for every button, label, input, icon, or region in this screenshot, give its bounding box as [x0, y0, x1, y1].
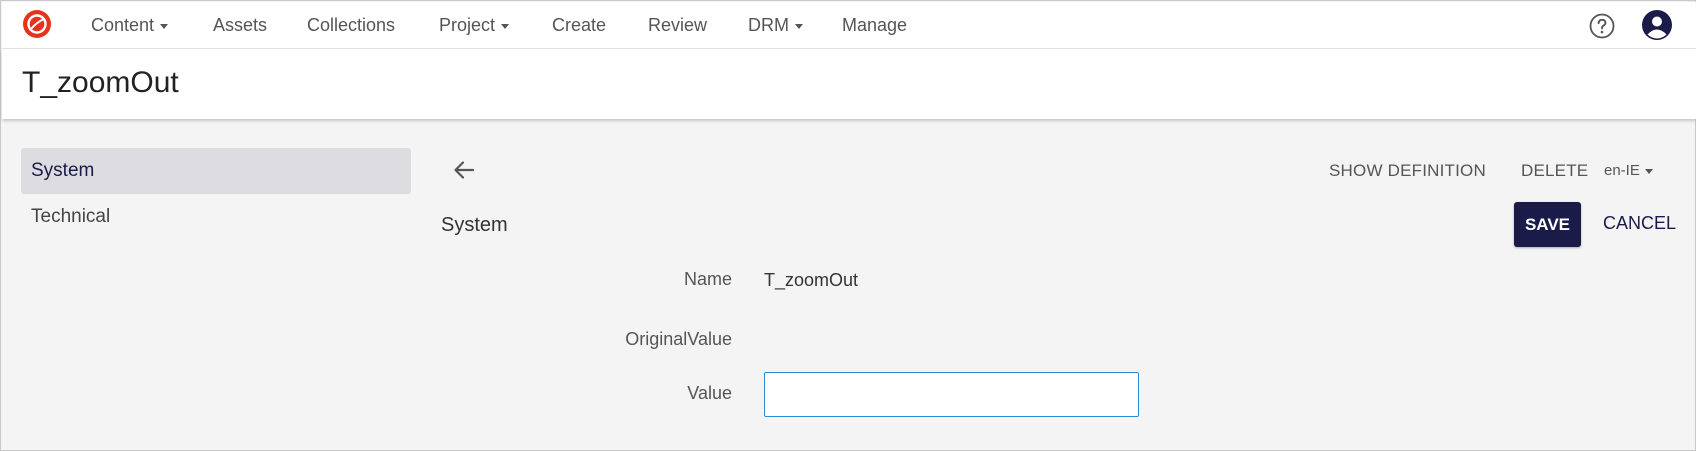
- locale-dropdown[interactable]: en-IE: [1604, 162, 1653, 179]
- nav-project[interactable]: Project: [439, 15, 510, 36]
- app-window: Content Assets Collections Project Creat…: [0, 0, 1696, 451]
- delete-button[interactable]: DELETE: [1521, 161, 1588, 181]
- nav-manage[interactable]: Manage: [842, 15, 907, 36]
- save-button[interactable]: SAVE: [1514, 202, 1581, 247]
- show-definition-button[interactable]: SHOW DEFINITION: [1329, 161, 1486, 181]
- original-value-label: OriginalValue: [625, 329, 732, 349]
- back-arrow-icon[interactable]: [451, 157, 477, 183]
- section-title: System: [441, 214, 508, 236]
- top-navigation-bar: Content Assets Collections Project Creat…: [2, 2, 1696, 49]
- nav-drm[interactable]: DRM: [748, 15, 803, 36]
- nav-create[interactable]: Create: [552, 15, 606, 36]
- app-logo-icon[interactable]: [22, 9, 52, 39]
- name-value: T_zoomOut: [764, 270, 859, 290]
- chevron-down-icon: [160, 23, 169, 29]
- sidebar-item-technical[interactable]: Technical: [21, 194, 411, 240]
- page-header: T_zoomOut: [2, 49, 1696, 119]
- cancel-button[interactable]: CANCEL: [1603, 213, 1676, 234]
- value-label: Value: [687, 383, 732, 403]
- name-label: Name: [683, 269, 732, 289]
- value-input[interactable]: [764, 372, 1139, 417]
- user-avatar-icon[interactable]: [1642, 10, 1672, 40]
- page-title: T_zoomOut: [22, 66, 179, 99]
- help-icon[interactable]: [1589, 13, 1615, 39]
- nav-assets[interactable]: Assets: [213, 15, 267, 36]
- chevron-down-icon: [795, 23, 803, 29]
- nav-review[interactable]: Review: [648, 15, 707, 36]
- chevron-down-icon: [1644, 168, 1653, 174]
- nav-content[interactable]: Content: [91, 15, 169, 36]
- chevron-down-icon: [501, 23, 510, 29]
- sidebar-item-system[interactable]: System: [21, 148, 411, 194]
- nav-collections[interactable]: Collections: [307, 15, 395, 36]
